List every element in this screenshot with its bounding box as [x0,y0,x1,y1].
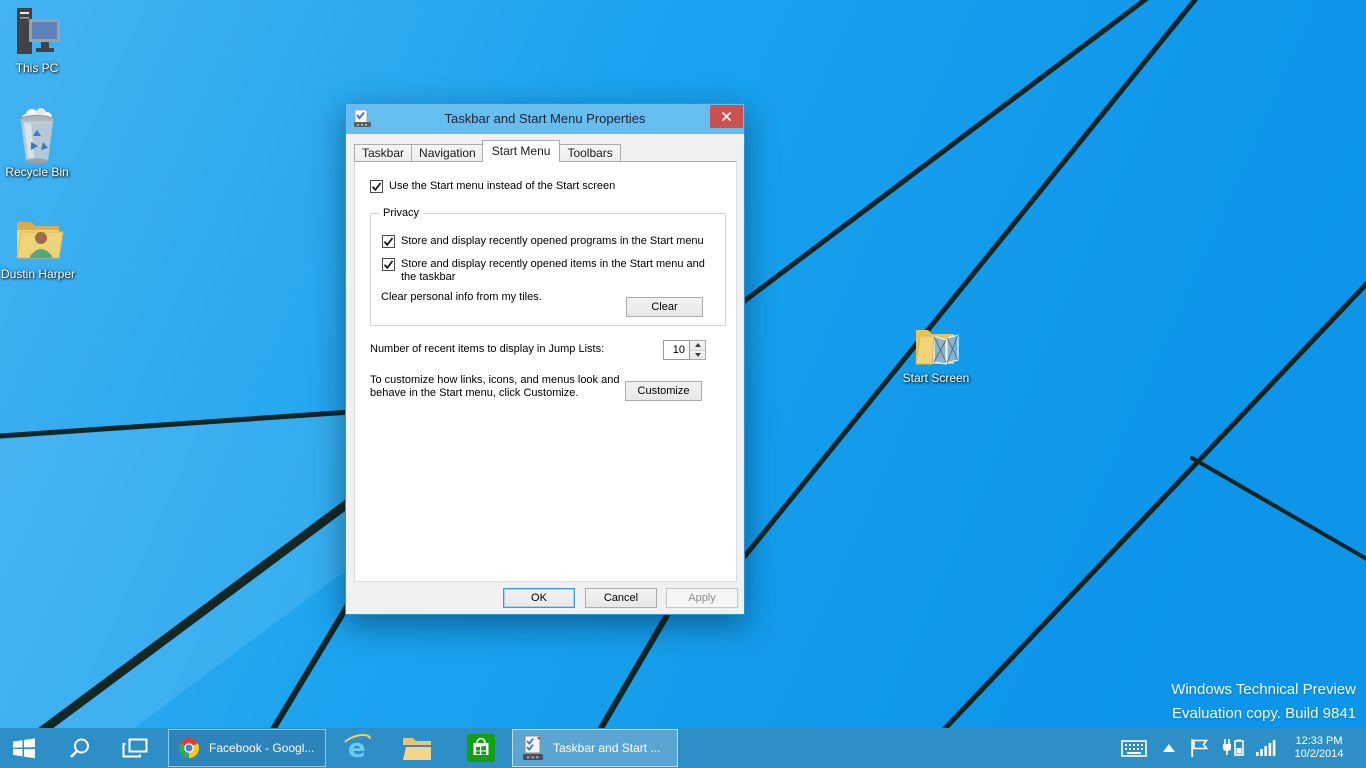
desktop-icon-start-screen[interactable]: Start Screen [894,314,978,385]
file-explorer-button[interactable] [394,728,440,768]
desktop-icon-label: Start Screen [894,372,978,385]
close-button[interactable] [710,105,743,128]
file-explorer-icon [402,735,432,761]
chevron-up-icon [1163,744,1175,752]
task-view-icon [122,738,148,758]
internet-explorer-button[interactable]: e [334,728,380,768]
arrow-up-icon [695,343,701,347]
privacy-groupbox: Privacy Store and display recently opene… [370,213,726,326]
dialog-title: Taskbar and Start Menu Properties [346,104,744,134]
chrome-icon [177,736,201,760]
cancel-button[interactable]: Cancel [585,588,657,608]
arrow-down-icon [695,353,701,357]
network-signal-icon [1256,740,1276,756]
task-label-chrome: Facebook - Googl... [209,741,314,755]
show-hidden-icons-button[interactable] [1158,728,1180,768]
desktop-icon-label: Dustin Harper [0,268,80,281]
this-pc-icon [10,6,64,60]
desktop-icon-this-pc[interactable]: This PC [0,6,79,75]
use-start-menu-label: Use the Start menu instead of the Start … [389,180,615,193]
power-button[interactable] [1218,728,1248,768]
task-button-taskbar-properties[interactable]: Taskbar and Start ... [512,729,678,767]
dialog-titlebar[interactable]: Taskbar and Start Menu Properties [346,104,744,134]
task-label-taskbar-properties: Taskbar and Start ... [553,741,660,755]
task-button-chrome[interactable]: Facebook - Googl... [168,729,326,767]
store-programs-label: Store and display recently opened progra… [401,235,704,248]
use-start-menu-row[interactable]: Use the Start menu instead of the Start … [370,180,720,193]
checkbox-checked-icon[interactable] [382,235,395,248]
start-menu-tab-page: Use the Start menu instead of the Start … [354,161,737,582]
spin-up-button[interactable] [690,341,705,350]
checkbox-checked-icon[interactable] [370,180,383,193]
tab-start-menu[interactable]: Start Menu [482,140,561,162]
tab-navigation[interactable]: Navigation [411,144,483,162]
clear-button[interactable]: Clear [626,297,703,317]
action-center-button[interactable] [1186,728,1212,768]
privacy-group-label: Privacy [379,207,423,220]
network-button[interactable] [1252,728,1280,768]
taskbar-properties-dialog: Taskbar and Start Menu Properties Taskba… [345,103,745,615]
checkbox-checked-icon[interactable] [382,258,395,271]
apply-button[interactable]: Apply [666,588,738,608]
build-watermark: Windows Technical Preview Evaluation cop… [1171,678,1356,726]
user-folder-icon [11,210,65,266]
desktop-icon-label: Recycle Bin [0,166,79,179]
touch-keyboard-icon [1121,740,1147,757]
jump-lists-spinner: 10 [663,340,706,360]
start-screen-folder-icon [908,314,964,370]
clock-time: 12:33 PM [1284,735,1354,748]
customize-text: To customize how links, icons, and menus… [370,374,622,400]
watermark-line2: Evaluation copy. Build 9841 [1171,702,1356,726]
customize-button[interactable]: Customize [625,381,702,401]
store-icon [466,733,496,763]
search-button[interactable] [56,728,104,768]
spin-down-button[interactable] [690,350,705,360]
jump-lists-label: Number of recent items to display in Jum… [370,343,660,356]
touch-keyboard-button[interactable] [1116,728,1152,768]
tab-taskbar[interactable]: Taskbar [354,144,411,162]
windows-logo-icon [12,738,36,759]
taskbar-properties-icon [521,735,545,761]
taskbar: Facebook - Googl... e [0,728,1366,768]
store-button[interactable] [458,728,504,768]
close-icon [721,111,732,122]
desktop: Windows Technical Preview Evaluation cop… [0,0,1366,768]
tab-toolbars[interactable]: Toolbars [559,144,620,162]
jump-lists-value-input[interactable]: 10 [663,340,690,360]
desktop-icon-dustin-harper[interactable]: Dustin Harper [0,210,80,281]
flag-icon [1191,739,1208,757]
power-plug-battery-icon [1222,739,1244,757]
task-view-button[interactable] [110,728,160,768]
desktop-icon-label: This PC [0,62,79,75]
recycle-bin-icon [10,106,64,164]
store-items-label: Store and display recently opened items … [401,258,712,284]
watermark-line1: Windows Technical Preview [1171,678,1356,702]
spinner-buttons [690,340,706,360]
clear-tiles-text: Clear personal info from my tiles. [381,291,551,304]
desktop-icon-recycle-bin[interactable]: Recycle Bin [0,106,79,179]
ok-button[interactable]: OK [503,588,575,608]
clock[interactable]: 12:33 PM 10/2/2014 [1284,735,1354,761]
search-icon [69,737,91,759]
dialog-tabstrip: Taskbar Navigation Start Menu Toolbars [354,140,621,162]
start-button[interactable] [0,728,48,768]
store-items-row[interactable]: Store and display recently opened items … [382,258,712,284]
internet-explorer-icon: e [342,733,372,763]
clock-date: 10/2/2014 [1284,748,1354,761]
store-programs-row[interactable]: Store and display recently opened progra… [382,235,717,248]
